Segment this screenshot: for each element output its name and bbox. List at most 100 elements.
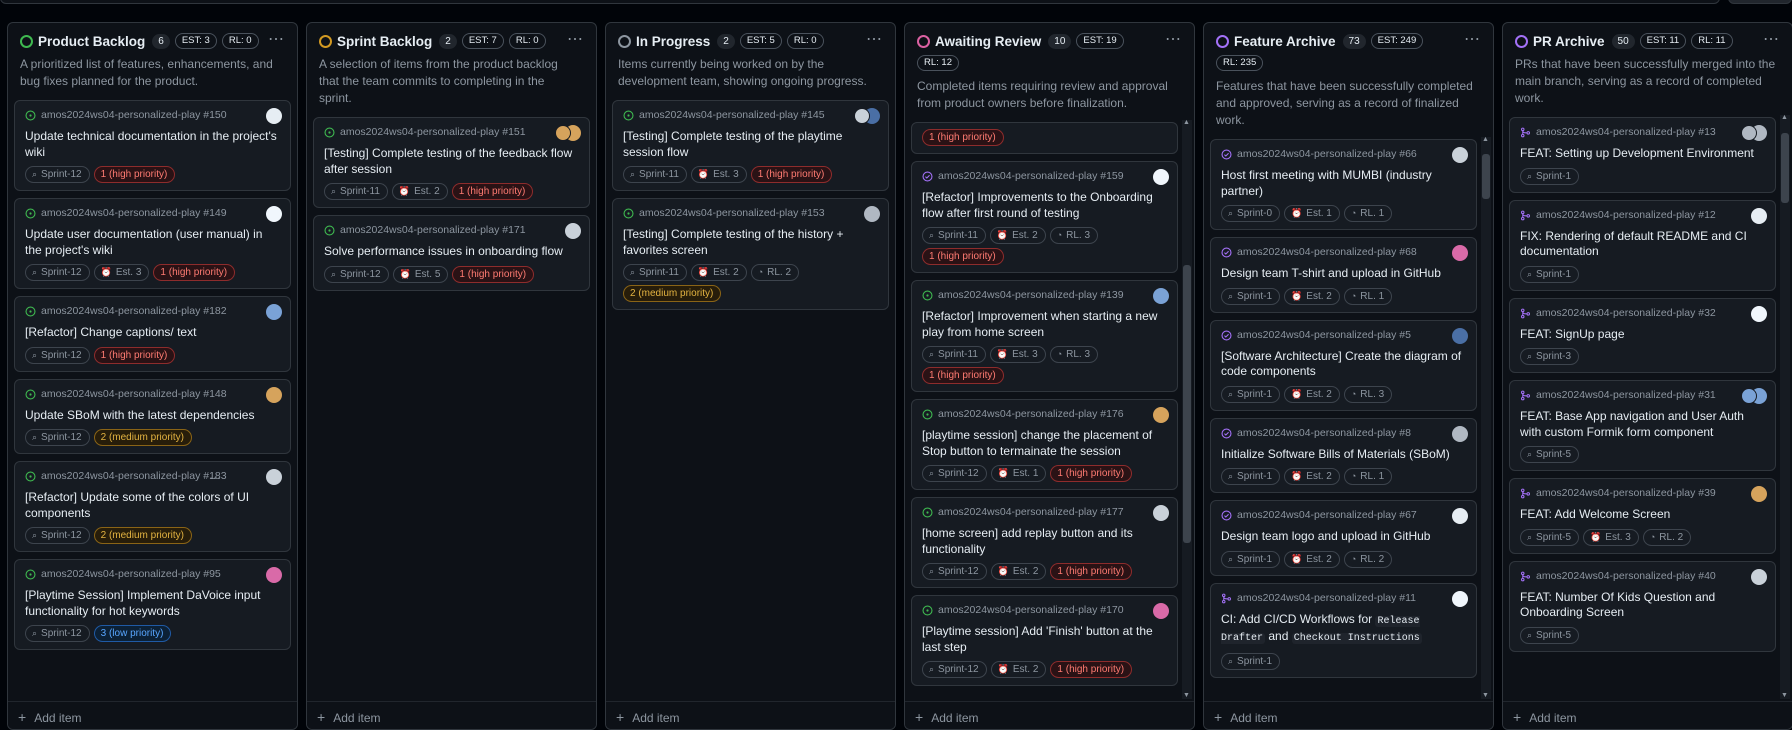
avatar[interactable]	[864, 206, 880, 222]
avatar[interactable]	[1452, 147, 1468, 163]
card-label[interactable]: ⏰ Est. 3	[989, 346, 1046, 363]
add-item-button[interactable]: + Add item	[307, 701, 596, 729]
avatar[interactable]	[1452, 425, 1468, 442]
card-partial[interactable]: 1 (high priority)	[911, 122, 1178, 154]
card[interactable]: amos2024ws04-personalized-play #139 [Refa…	[911, 280, 1178, 392]
card-label[interactable]: 1 (high priority)	[153, 264, 236, 281]
card-label[interactable]: ◔ RL. 1	[1343, 468, 1393, 485]
card-title[interactable]: [Testing] Complete testing of the playti…	[623, 129, 878, 160]
card-label[interactable]: ⌕ Sprint-12	[25, 166, 90, 183]
card[interactable]: amos2024ws04-personalized-play #150 Updat…	[14, 100, 291, 191]
avatar[interactable]	[1153, 169, 1169, 185]
card-label[interactable]: 2 (medium priority)	[93, 429, 192, 446]
card-title[interactable]: Update technical documentation in the pr…	[25, 129, 280, 160]
scroll-up-icon[interactable]: ▲	[1482, 136, 1489, 143]
card[interactable]: amos2024ws04-personalized-play #8 Initial…	[1210, 417, 1477, 493]
card-label[interactable]: 1 (high priority)	[1050, 563, 1133, 580]
card-label[interactable]: 1 (high priority)	[451, 183, 534, 200]
card-label[interactable]: ⏰ Est. 1	[1284, 205, 1340, 222]
card[interactable]: amos2024ws04-personalized-play #145 [Test…	[612, 100, 889, 191]
card-label[interactable]: 1 (high priority)	[922, 248, 1004, 265]
card-title[interactable]: Host first meeting with MUMBI (industry …	[1221, 168, 1466, 199]
scroll-up-icon[interactable]: ▲	[1183, 119, 1190, 126]
card-title[interactable]: [Refactor] Update some of the colors of …	[25, 490, 280, 521]
card-label[interactable]: 2 (medium priority)	[93, 527, 192, 544]
card[interactable]: amos2024ws04-personalized-play #170 [Play…	[911, 595, 1178, 686]
card-title[interactable]: CI: Add CI/CD Workflows for Release Draf…	[1221, 612, 1466, 647]
card-label[interactable]: ⏰ Est. 3	[93, 264, 150, 281]
scrollbar[interactable]: ▲ ▼	[1182, 119, 1192, 699]
add-item-button[interactable]: + Add item	[905, 701, 1194, 729]
card-label[interactable]: 3 (low priority)	[93, 625, 172, 642]
card-label[interactable]: ⌕ Sprint-11	[922, 346, 986, 363]
card[interactable]: amos2024ws04-personalized-play #12 FIX: R…	[1509, 199, 1776, 291]
avatar[interactable]	[1751, 568, 1767, 585]
card-title[interactable]: FIX: Rendering of default README and CI …	[1520, 229, 1765, 260]
card-title[interactable]: [Refactor] Improvements to the Onboardin…	[922, 190, 1167, 221]
card-title[interactable]: [Playtime session] Add 'Finish' button a…	[922, 624, 1167, 655]
avatar[interactable]	[266, 304, 282, 320]
avatar[interactable]	[1452, 327, 1468, 344]
scroll-up-icon[interactable]: ▲	[1781, 114, 1788, 121]
card-title[interactable]: FEAT: SignUp page	[1520, 327, 1765, 343]
avatar[interactable]	[1751, 305, 1767, 322]
card-label[interactable]: ⏰ Est. 1	[990, 465, 1047, 482]
card-title[interactable]: [Software Architecture] Create the diagr…	[1221, 349, 1466, 380]
card-label[interactable]: ⌕ Sprint-0	[1221, 205, 1281, 222]
card-title[interactable]: [Testing] Complete testing of the feedba…	[324, 146, 579, 177]
card-title[interactable]: [Refactor] Improvement when starting a n…	[922, 309, 1167, 340]
scrollbar-thumb[interactable]	[1183, 264, 1191, 543]
card-title[interactable]: [Testing] Complete testing of the histor…	[623, 227, 878, 258]
avatar[interactable]	[854, 108, 870, 124]
avatar[interactable]	[1741, 388, 1757, 404]
card-label[interactable]: ⌕ Sprint-5	[1520, 446, 1580, 463]
avatar[interactable]	[266, 567, 282, 583]
card-label[interactable]: 1 (high priority)	[922, 367, 1004, 384]
card-title[interactable]: [home screen] add replay button and its …	[922, 526, 1167, 557]
card-label[interactable]: ⏰ Est. 3	[1583, 528, 1639, 546]
card[interactable]: amos2024ws04-personalized-play #5 [Softwa…	[1210, 319, 1477, 411]
card-label[interactable]: ◔ RL. 1	[1343, 287, 1393, 305]
card-label[interactable]: ◔ RL. 3	[1049, 346, 1099, 363]
card-label[interactable]: ⌕ Sprint-12	[922, 465, 987, 482]
column-menu-button[interactable]: ⋯	[567, 29, 584, 49]
card[interactable]: amos2024ws04-personalized-play #176 [play…	[911, 399, 1178, 490]
card[interactable]: amos2024ws04-personalized-play #32 FEAT: …	[1509, 297, 1776, 373]
card[interactable]: amos2024ws04-personalized-play #13 FEAT: …	[1509, 117, 1776, 193]
card[interactable]: amos2024ws04-personalized-play #171 Solve…	[313, 215, 590, 291]
card[interactable]: amos2024ws04-personalized-play #68 Design…	[1210, 237, 1477, 313]
card-label[interactable]: ⌕ Sprint-11	[623, 264, 687, 281]
card[interactable]: amos2024ws04-personalized-play #40 FEAT: …	[1509, 560, 1776, 652]
card-label[interactable]: ⌕ Sprint-3	[1520, 348, 1580, 365]
card-label[interactable]: ⌕ Sprint-1	[1221, 550, 1281, 568]
card[interactable]: amos2024ws04-personalized-play #11 CI: Ad…	[1210, 582, 1477, 678]
card-title[interactable]: FEAT: Setting up Development Environment	[1520, 146, 1765, 162]
card[interactable]: amos2024ws04-personalized-play #39 FEAT: …	[1509, 478, 1776, 554]
card-label[interactable]: ⏰ Est. 3	[690, 166, 747, 183]
avatar[interactable]	[266, 469, 282, 485]
card[interactable]: amos2024ws04-personalized-play #153 [Test…	[612, 198, 889, 310]
add-item-button[interactable]: + Add item	[1503, 701, 1792, 729]
scroll-down-icon[interactable]: ▼	[1781, 692, 1788, 699]
card-label[interactable]: ◔ RL. 2	[1642, 528, 1692, 546]
card-label[interactable]: ◔ RL. 3	[1049, 227, 1099, 244]
card-label[interactable]: ⏰ Est. 2	[990, 661, 1047, 678]
card-label[interactable]: 1 (high priority)	[93, 346, 176, 364]
avatar[interactable]	[1153, 407, 1169, 423]
card-label[interactable]: ⏰ Est. 2	[989, 227, 1046, 244]
column-menu-button[interactable]: ⋯	[268, 29, 285, 49]
card-label[interactable]: ⏰ Est. 2	[1284, 385, 1340, 403]
card-title[interactable]: [Refactor] Change captions/ text	[25, 325, 280, 341]
avatar[interactable]	[1452, 590, 1468, 607]
card[interactable]: amos2024ws04-personalized-play #31 FEAT: …	[1509, 380, 1776, 471]
card[interactable]: amos2024ws04-personalized-play #151 [Test…	[313, 117, 590, 208]
toolbar-button[interactable]	[1728, 0, 1792, 4]
avatar[interactable]	[555, 125, 571, 141]
card-label[interactable]: ⌕ Sprint-1	[1520, 167, 1580, 185]
scrollbar-thumb[interactable]	[1482, 153, 1490, 199]
card[interactable]: amos2024ws04-personalized-play #149 Updat…	[14, 198, 291, 289]
card-title[interactable]: FEAT: Number Of Kids Question and Onboar…	[1520, 590, 1765, 621]
card-title[interactable]: Solve performance issues in onboarding f…	[324, 244, 579, 260]
card-title[interactable]: [Playtime Session] Implement DaVoice inp…	[25, 588, 280, 619]
card-label[interactable]: ⌕ Sprint-12	[25, 527, 90, 544]
